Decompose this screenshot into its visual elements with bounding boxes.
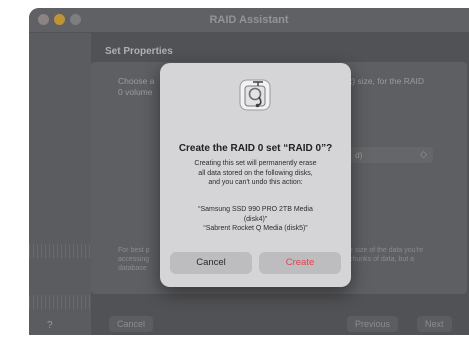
description-right-line1: k) size, for the RAID — [348, 76, 425, 86]
section-title: Set Properties — [105, 46, 173, 57]
dialog-message-line: Creating this set will permanently erase — [194, 160, 317, 167]
chunk-size-value: d) — [355, 150, 363, 160]
disk-name: “Samsung SSD 990 PRO 2TB Media — [198, 206, 313, 213]
disk-list: “Samsung SSD 990 PRO 2TB Media (disk4)” … — [168, 205, 343, 234]
hint-right-line1: e size of the data you're — [349, 247, 424, 254]
dialog-cancel-button[interactable]: Cancel — [170, 252, 252, 274]
dialog-message: Creating this set will permanently erase… — [170, 159, 341, 188]
chunk-size-select[interactable]: d) ◇ — [349, 147, 433, 163]
dialog-message-line: all data stored on the following disks, — [198, 169, 313, 177]
title-bar: RAID Assistant — [29, 8, 469, 33]
next-button[interactable]: Next — [417, 316, 452, 332]
dialog-create-button[interactable]: Create — [259, 252, 341, 274]
hint-left-line2: accessing — [118, 256, 150, 263]
chevron-updown-icon: ◇ — [420, 149, 427, 159]
disk-graphic — [29, 295, 91, 309]
hint-left-line1: For best p — [118, 247, 150, 254]
disk-name: “Sabrent Rocket Q Media (disk5)” — [203, 225, 308, 232]
cancel-button[interactable]: Cancel — [109, 316, 154, 332]
disk-graphic — [29, 244, 91, 258]
help-button[interactable]: ? — [47, 320, 53, 331]
window-title: RAID Assistant — [209, 14, 289, 26]
hint-left-line3: database — [118, 265, 147, 272]
dialog-message-line: and you can't undo this action: — [208, 179, 303, 186]
dialog-title: Create the RAID 0 set “RAID 0”? — [178, 143, 333, 154]
sidebar-panel — [29, 33, 91, 335]
disk-name: (disk4)” — [243, 215, 268, 223]
confirm-dialog: Create the RAID 0 set “RAID 0”? Creating… — [160, 63, 351, 287]
description-left-line2: 0 volume — [118, 87, 153, 97]
hint-right-line2: chunks of data, but a — [349, 256, 414, 263]
description-left-line1: Choose a — [118, 76, 155, 86]
disk-utility-icon — [239, 79, 271, 111]
previous-button[interactable]: Previous — [347, 316, 399, 332]
bottom-bar: ? Cancel Previous Next — [29, 314, 469, 335]
